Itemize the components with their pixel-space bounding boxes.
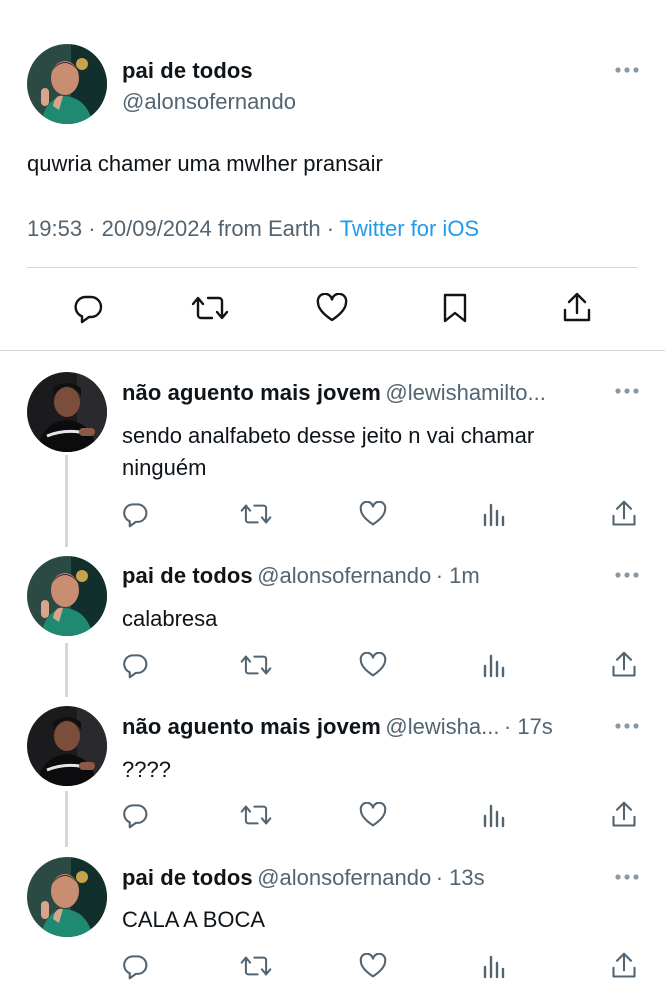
heart-icon[interactable] — [359, 652, 387, 678]
share-icon[interactable] — [610, 951, 638, 981]
tweet-date[interactable]: 20/09/2024 — [102, 216, 212, 241]
thread-line — [65, 791, 68, 847]
reply-text: ???? — [122, 757, 171, 782]
reply-icon[interactable] — [121, 500, 149, 528]
reply-handle[interactable]: @alonsofernando — [257, 865, 431, 890]
avatar[interactable] — [27, 857, 107, 937]
reply-handle[interactable]: @alonsofernando — [257, 563, 431, 588]
section-divider — [0, 350, 665, 351]
retweet-icon[interactable] — [240, 801, 272, 829]
reply-display-name[interactable]: pai de todos — [122, 563, 253, 588]
meta-separator: · — [326, 216, 335, 241]
views-icon[interactable] — [482, 501, 506, 527]
more-icon[interactable] — [614, 66, 640, 74]
thread-line — [65, 455, 68, 547]
views-icon[interactable] — [482, 953, 506, 979]
retweet-icon[interactable] — [240, 651, 272, 679]
bookmark-icon[interactable] — [441, 292, 469, 324]
reply-handle[interactable]: @lewishamilto... — [385, 380, 546, 405]
more-icon[interactable] — [614, 571, 640, 579]
reply-time[interactable]: · 1m — [436, 563, 480, 588]
retweet-icon[interactable] — [191, 292, 229, 324]
heart-icon[interactable] — [359, 501, 387, 527]
reply-text: sendo analfabeto desse jeito n vai chama… — [122, 423, 535, 448]
reply-header: pai de todos @alonsofernando · 13s — [122, 865, 485, 891]
reply-display-name[interactable]: pai de todos — [122, 865, 253, 890]
avatar[interactable] — [27, 556, 107, 636]
divider — [27, 267, 638, 268]
main-display-name[interactable]: pai de todos — [122, 58, 253, 84]
reply-icon[interactable] — [121, 651, 149, 679]
avatar-alonso-image — [27, 44, 107, 124]
retweet-icon[interactable] — [240, 500, 272, 528]
heart-icon[interactable] — [359, 802, 387, 828]
more-icon[interactable] — [614, 722, 640, 730]
meta-separator: · — [88, 216, 96, 241]
reply-text-continued: ninguém — [122, 455, 207, 480]
avatar-hamilton-image — [27, 706, 107, 786]
avatar[interactable] — [27, 44, 107, 124]
tweet-source-link[interactable]: Twitter for iOS — [340, 216, 479, 241]
thread-line — [65, 643, 68, 697]
main-handle[interactable]: @alonsofernando — [122, 89, 296, 115]
share-icon[interactable] — [610, 650, 638, 680]
reply-icon[interactable] — [121, 801, 149, 829]
more-icon[interactable] — [614, 387, 640, 395]
heart-icon[interactable] — [359, 953, 387, 979]
avatar[interactable] — [27, 372, 107, 452]
avatar-hamilton-image — [27, 372, 107, 452]
more-icon[interactable] — [614, 873, 640, 881]
share-icon[interactable] — [610, 800, 638, 830]
reply-text: CALA A BOCA — [122, 907, 266, 932]
reply-time[interactable]: · 17s — [504, 714, 553, 739]
avatar[interactable] — [27, 706, 107, 786]
tweet-meta: 19:53 · 20/09/2024 from Earth · Twitter … — [27, 216, 479, 242]
reply-display-name[interactable]: não aguento mais jovem — [122, 380, 381, 405]
reply-icon[interactable] — [121, 952, 149, 980]
reply-time[interactable]: · 13s — [436, 865, 485, 890]
main-tweet-text: quwria chamer uma mwlher pransair — [27, 151, 383, 176]
avatar-alonso-image — [27, 857, 107, 937]
views-icon[interactable] — [482, 802, 506, 828]
heart-icon[interactable] — [316, 293, 348, 323]
reply-header: não aguento mais jovem @lewisha... · 17s — [122, 714, 553, 740]
tweet-location: from Earth — [217, 216, 321, 241]
reply-handle[interactable]: @lewisha... — [385, 714, 499, 739]
retweet-icon[interactable] — [240, 952, 272, 980]
reply-icon[interactable] — [72, 292, 104, 324]
share-icon[interactable] — [561, 291, 593, 325]
tweet-time[interactable]: 19:53 — [27, 216, 82, 241]
reply-header: não aguento mais jovem @lewishamilto... — [122, 380, 546, 406]
share-icon[interactable] — [610, 499, 638, 529]
reply-header: pai de todos @alonsofernando · 1m — [122, 563, 480, 589]
reply-display-name[interactable]: não aguento mais jovem — [122, 714, 381, 739]
avatar-alonso-image — [27, 556, 107, 636]
reply-text: calabresa — [122, 606, 218, 631]
views-icon[interactable] — [482, 652, 506, 678]
